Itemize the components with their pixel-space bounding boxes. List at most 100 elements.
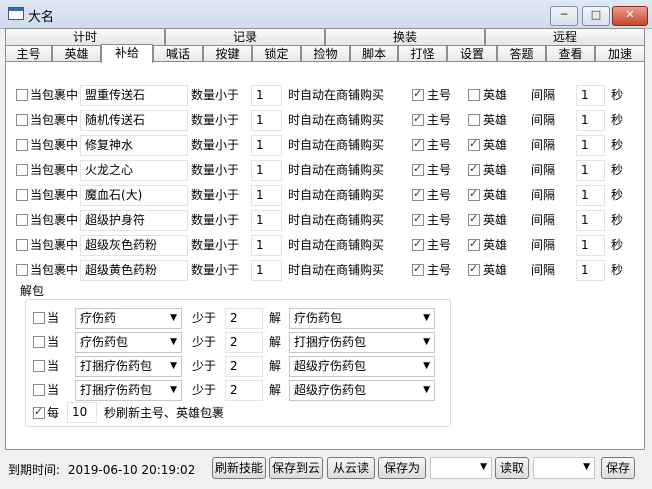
unpack-source-select[interactable]: 疗伤药 ▼ (75, 308, 182, 329)
supply-main-checkbox[interactable] (412, 237, 424, 251)
supply-hero-checkbox[interactable] (468, 262, 480, 276)
supply-qty-input[interactable]: 1 (251, 110, 282, 131)
supply-qty-input[interactable]: 1 (251, 235, 282, 256)
load-from-cloud-button[interactable]: 从云读 (327, 457, 375, 479)
unpack-enable-checkbox[interactable] (33, 360, 45, 372)
supply-enable-checkbox[interactable] (16, 239, 28, 251)
supply-main-checkbox[interactable] (412, 262, 424, 276)
supply-interval-input[interactable]: 1 (576, 185, 605, 206)
supply-item-input[interactable]: 超级灰色药粉 (80, 235, 188, 256)
supply-qty-label: 数量小于 (191, 163, 240, 177)
unpack-enable-checkbox[interactable] (33, 384, 45, 396)
maximize-button[interactable]: □ (582, 6, 610, 26)
unpack-source-select[interactable]: 打捆疗伤药包 ▼ (75, 356, 182, 377)
supply-hero-checkbox[interactable] (468, 162, 480, 176)
save-to-cloud-button[interactable]: 保存到云 (269, 457, 323, 479)
supply-qty-input[interactable]: 1 (251, 210, 282, 231)
supply-interval-input[interactable]: 1 (576, 110, 605, 131)
supply-interval-input[interactable]: 1 (576, 160, 605, 181)
unpack-count-input[interactable]: 2 (225, 308, 263, 329)
unpack-source-select[interactable]: 疗伤药包 ▼ (75, 332, 182, 353)
supply-interval-input[interactable]: 1 (576, 135, 605, 156)
supply-enable-checkbox[interactable] (16, 264, 28, 276)
supply-interval-input[interactable]: 1 (576, 210, 605, 231)
supply-hero-label: 英雄 (483, 138, 508, 152)
supply-enable-checkbox[interactable] (16, 139, 28, 151)
tab-settings[interactable]: 设置 (447, 45, 497, 62)
unpack-count-input[interactable]: 2 (225, 332, 263, 353)
supply-qty-input[interactable]: 1 (251, 160, 282, 181)
read-button[interactable]: 读取 (495, 457, 529, 479)
supply-item-input[interactable]: 魔血石(大) (80, 185, 188, 206)
unpack-count-input[interactable]: 2 (225, 356, 263, 377)
supply-qty-input[interactable]: 1 (251, 185, 282, 206)
supply-prefix-label: 当包裹中 (30, 188, 79, 202)
supply-main-checkbox[interactable] (412, 112, 424, 126)
tab-outfit[interactable]: 换装 (325, 28, 485, 45)
supply-enable-checkbox[interactable] (16, 189, 28, 201)
supply-item-input[interactable]: 超级黄色药粉 (80, 260, 188, 281)
tab-main-account[interactable]: 主号 (5, 45, 52, 62)
tab-shout[interactable]: 喊话 (153, 45, 203, 62)
supply-enable-checkbox[interactable] (16, 89, 28, 101)
save-button[interactable]: 保存 (601, 457, 635, 479)
tab-hero[interactable]: 英雄 (52, 45, 101, 62)
tab-script[interactable]: 脚本 (350, 45, 398, 62)
refresh-checkbox[interactable] (33, 405, 45, 419)
supply-hero-checkbox[interactable] (468, 212, 480, 226)
chevron-down-icon: ▼ (423, 337, 430, 347)
tab-timer[interactable]: 计时 (5, 28, 165, 45)
tab-pickup[interactable]: 捡物 (301, 45, 350, 62)
supply-interval-input[interactable]: 1 (576, 260, 605, 281)
supply-qty-input[interactable]: 1 (251, 85, 282, 106)
close-button[interactable]: ✕ (612, 6, 648, 26)
supply-enable-checkbox[interactable] (16, 164, 28, 176)
unpack-target-select[interactable]: 疗伤药包 ▼ (289, 308, 435, 329)
supply-main-checkbox[interactable] (412, 187, 424, 201)
supply-interval-input[interactable]: 1 (576, 85, 605, 106)
tab-hotkey[interactable]: 按键 (203, 45, 252, 62)
supply-main-checkbox[interactable] (412, 212, 424, 226)
save-as-select[interactable]: ▼ (430, 457, 492, 479)
supply-item-input[interactable]: 盟重传送石 (80, 85, 188, 106)
supply-main-checkbox[interactable] (412, 87, 424, 101)
unpack-count-input[interactable]: 2 (225, 380, 263, 401)
save-as-button[interactable]: 保存为 (378, 457, 426, 479)
supply-item-input[interactable]: 随机传送石 (80, 110, 188, 131)
supply-item-input[interactable]: 火龙之心 (80, 160, 188, 181)
supply-hero-checkbox[interactable] (468, 89, 480, 101)
tab-quiz[interactable]: 答题 (497, 45, 546, 62)
tab-remote[interactable]: 远程 (485, 28, 645, 45)
unpack-target-select[interactable]: 超级疗伤药包 ▼ (289, 380, 435, 401)
unpack-target-select[interactable]: 打捆疗伤药包 ▼ (289, 332, 435, 353)
supply-qty-input[interactable]: 1 (251, 260, 282, 281)
supply-hero-checkbox[interactable] (468, 114, 480, 126)
tab-record[interactable]: 记录 (165, 28, 325, 45)
tab-fight[interactable]: 打怪 (398, 45, 447, 62)
supply-hero-checkbox[interactable] (468, 237, 480, 251)
supply-main-checkbox[interactable] (412, 162, 424, 176)
tab-view[interactable]: 查看 (546, 45, 595, 62)
read-select[interactable]: ▼ (533, 457, 595, 479)
unpack-enable-checkbox[interactable] (33, 312, 45, 324)
supply-hero-checkbox[interactable] (468, 187, 480, 201)
unpack-enable-checkbox[interactable] (33, 336, 45, 348)
unpack-less-label: 少于 (192, 359, 217, 373)
tab-speed[interactable]: 加速 (595, 45, 645, 62)
supply-enable-checkbox[interactable] (16, 214, 28, 226)
refresh-skill-button[interactable]: 刷新技能 (212, 457, 266, 479)
supply-item-input[interactable]: 修复神水 (80, 135, 188, 156)
supply-qty-input[interactable]: 1 (251, 135, 282, 156)
supply-enable-checkbox[interactable] (16, 114, 28, 126)
tab-lock[interactable]: 锁定 (252, 45, 301, 62)
tab-supply[interactable]: 补给 (101, 44, 153, 63)
unpack-source-select[interactable]: 打捆疗伤药包 ▼ (75, 380, 182, 401)
supply-interval-input[interactable]: 1 (576, 235, 605, 256)
supply-item-input[interactable]: 超级护身符 (80, 210, 188, 231)
unpack-target-select[interactable]: 超级疗伤药包 ▼ (289, 356, 435, 377)
minimize-button[interactable]: ─ (550, 6, 578, 26)
supply-hero-checkbox[interactable] (468, 137, 480, 151)
refresh-seconds-input[interactable]: 10 (67, 402, 97, 423)
supply-interval-label: 间隔 (531, 113, 556, 127)
supply-main-checkbox[interactable] (412, 137, 424, 151)
